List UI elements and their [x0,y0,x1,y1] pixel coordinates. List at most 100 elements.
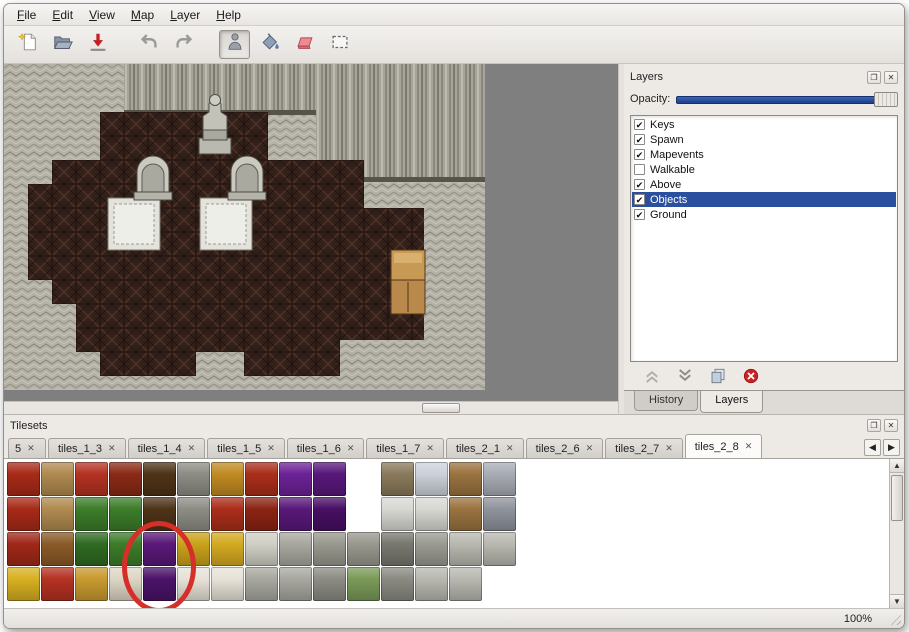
select-tool-button[interactable] [324,30,355,59]
map-hscroll-thumb[interactable] [422,403,460,413]
tileset-tile[interactable] [279,567,312,601]
scroll-up-icon[interactable]: ▲ [890,459,904,473]
layer-visibility-checkbox[interactable]: ✔ [634,119,645,130]
layer-row-objects[interactable]: ✔Objects [632,192,896,207]
tileset-tile[interactable] [211,567,244,601]
tileset-tab-tiles_1_6[interactable]: tiles_1_6✕ [287,438,365,458]
tileset-tile[interactable] [517,462,550,496]
layer-visibility-checkbox[interactable]: ✔ [634,179,645,190]
tileset-tile[interactable] [347,532,380,566]
layer-visibility-checkbox[interactable]: ✔ [634,149,645,160]
tab-close-icon[interactable]: ✕ [27,443,35,454]
menu-edit[interactable]: Edit [45,6,80,24]
tileset-tab-tiles_2_7[interactable]: tiles_2_7✕ [605,438,683,458]
scroll-down-icon[interactable]: ▼ [890,594,904,608]
tileset-tile[interactable] [75,532,108,566]
tileset-tile[interactable] [483,532,516,566]
tileset-tile[interactable] [313,497,346,531]
tileset-tile[interactable] [483,462,516,496]
tilesets-detach-icon[interactable]: ❐ [867,419,881,432]
tilesets-close-icon[interactable]: ✕ [884,419,898,432]
tileset-tab-tiles_1_4[interactable]: tiles_1_4✕ [128,438,206,458]
tileset-tab-tiles_2_6[interactable]: tiles_2_6✕ [526,438,604,458]
tileset-tile[interactable] [415,497,448,531]
tileset-tab-tiles_1_3[interactable]: tiles_1_3✕ [48,438,126,458]
tab-close-icon[interactable]: ✕ [745,441,753,452]
tileset-tile[interactable] [245,462,278,496]
tileset-tile[interactable] [279,497,312,531]
tileset-tile[interactable] [143,497,176,531]
tileset-tile[interactable] [449,567,482,601]
tab-close-icon[interactable]: ✕ [188,443,196,454]
tab-close-icon[interactable]: ✕ [108,443,116,454]
tileset-tile[interactable] [109,532,142,566]
fill-tool-button[interactable] [254,30,285,59]
tileset-tile[interactable] [211,462,244,496]
tileset-tile[interactable] [381,532,414,566]
tileset-tile[interactable] [381,497,414,531]
menu-layer[interactable]: Layer [163,6,207,24]
tab-close-icon[interactable]: ✕ [506,443,514,454]
layer-row-keys[interactable]: ✔Keys [632,117,896,132]
tileset-tile[interactable] [279,462,312,496]
tileset-tile[interactable] [109,567,142,601]
tileset-tile[interactable] [211,532,244,566]
tileset-tile[interactable] [109,462,142,496]
tileset-tile[interactable] [517,497,550,531]
tileset-tile[interactable] [449,497,482,531]
tileset-tile[interactable] [245,567,278,601]
tileset-tile[interactable] [449,462,482,496]
tileset-tile[interactable] [177,567,210,601]
tileset-tab-tiles_1_5[interactable]: tiles_1_5✕ [207,438,285,458]
layer-row-spawn[interactable]: ✔Spawn [632,132,896,147]
map-viewport[interactable] [4,64,618,401]
tileset-tile[interactable] [245,497,278,531]
tab-close-icon[interactable]: ✕ [347,443,355,454]
tileset-tab-tiles_2_8[interactable]: tiles_2_8✕ [685,434,763,458]
layers-detach-icon[interactable]: ❐ [867,71,881,84]
tab-history[interactable]: History [634,391,698,411]
tab-scroll-right-icon[interactable]: ▶ [883,439,900,456]
new-button[interactable] [12,30,43,59]
tileset-tile[interactable] [109,497,142,531]
tileset-tile[interactable] [75,462,108,496]
tileset-tile[interactable] [7,567,40,601]
tileset-tile[interactable] [279,532,312,566]
tileset-tile[interactable] [7,462,40,496]
tileset-tile[interactable] [41,462,74,496]
tab-close-icon[interactable]: ✕ [665,443,673,454]
tileset-tile[interactable] [313,567,346,601]
tileset-tile[interactable] [415,462,448,496]
tileset-tile[interactable] [41,497,74,531]
tileset-tile[interactable] [517,567,550,601]
tileset-tab-tiles_2_1[interactable]: tiles_2_1✕ [446,438,524,458]
tileset-tile[interactable] [415,532,448,566]
tileset-tile[interactable] [347,497,380,531]
duplicate-layer-button[interactable] [708,366,728,386]
layer-row-above[interactable]: ✔Above [632,177,896,192]
tileset-vscroll-track[interactable] [890,473,904,594]
tileset-tile[interactable] [483,567,516,601]
tileset-tile[interactable] [41,567,74,601]
tileset-tile[interactable] [75,497,108,531]
tileset-tile[interactable] [41,532,74,566]
tileset-tile[interactable] [449,532,482,566]
lower-layer-button[interactable] [675,366,695,386]
tileset-tile[interactable] [381,462,414,496]
tileset-tile[interactable] [313,462,346,496]
tileset-tile[interactable] [177,497,210,531]
menu-view[interactable]: View [82,6,122,24]
stamp-tool-button[interactable] [219,30,250,59]
resize-grip[interactable] [888,612,901,625]
tab-scroll-left-icon[interactable]: ◀ [864,439,881,456]
menu-file[interactable]: File [10,6,43,24]
tileset-tab-5[interactable]: 5✕ [8,438,46,458]
redo-button[interactable] [168,30,199,59]
delete-layer-button[interactable] [741,366,761,386]
tileset-tile[interactable] [245,532,278,566]
undo-button[interactable] [133,30,164,59]
tileset-tile[interactable] [143,567,176,601]
layer-row-walkable[interactable]: Walkable [632,162,896,177]
menu-help[interactable]: Help [209,6,248,24]
tileset-tile[interactable] [177,532,210,566]
